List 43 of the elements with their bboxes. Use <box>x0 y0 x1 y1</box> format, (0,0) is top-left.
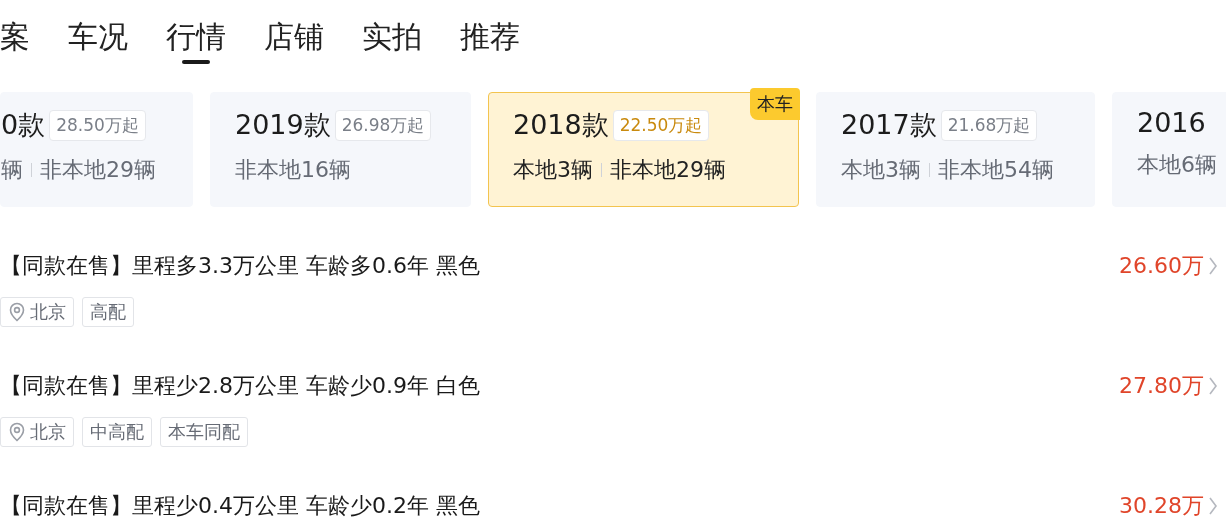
year-label: 2019款 <box>235 108 331 142</box>
section-tab[interactable]: 店铺 <box>264 14 324 60</box>
price-tag: 28.50万起 <box>49 109 146 141</box>
spec-tag: 高配 <box>82 297 134 327</box>
year-label: 0款 <box>1 108 46 142</box>
location-pin-icon <box>8 422 26 442</box>
location-text: 北京 <box>30 420 66 444</box>
listing-count: 非本地16辆 <box>235 156 351 184</box>
chevron-right-icon <box>1208 256 1218 276</box>
year-label: 2016 <box>1137 107 1206 138</box>
listing-title[interactable]: 【同款在售】里程多3.3万公里 车龄多0.6年 黑色 <box>0 251 480 281</box>
year-label: 2018款 <box>513 108 609 142</box>
location-pin-icon <box>8 302 26 322</box>
price-tag: 21.68万起 <box>940 109 1038 141</box>
year-card[interactable]: 2019款 26.98万起 非本地16辆 <box>210 92 471 207</box>
spec-tag: 中高配 <box>82 417 152 447</box>
year-card[interactable]: 2016 本地6辆 <box>1112 92 1226 207</box>
listing-count: 本地3辆 <box>513 156 593 184</box>
listing-count: 非本地54辆 <box>938 156 1054 184</box>
chevron-right-icon <box>1208 376 1218 396</box>
listing-price: 27.80万 <box>1119 372 1204 400</box>
listing-price: 30.28万 <box>1119 492 1204 518</box>
section-tab[interactable]: 案 <box>0 14 30 60</box>
year-label: 2017款 <box>841 108 937 142</box>
listing-count: 辆 <box>1 156 23 184</box>
listing-title[interactable]: 【同款在售】里程少2.8万公里 车龄少0.9年 白色 <box>0 371 480 401</box>
chevron-right-icon <box>1208 496 1218 516</box>
price-tag: 26.98万起 <box>334 109 432 141</box>
listing-price: 26.60万 <box>1119 252 1204 280</box>
year-card[interactable]: 0款 28.50万起 辆 非本地29辆 <box>0 92 193 207</box>
year-card[interactable]: 2017款 21.68万起 本地3辆 非本地54辆 <box>816 92 1095 207</box>
section-tab[interactable]: 实拍 <box>362 14 422 60</box>
section-tab[interactable]: 车况 <box>68 14 128 60</box>
listing-count: 本地3辆 <box>841 156 921 184</box>
location-text: 北京 <box>30 300 66 324</box>
price-tag: 22.50万起 <box>612 109 710 141</box>
listing-count: 非本地29辆 <box>610 156 726 184</box>
current-car-badge: 本车 <box>750 88 800 120</box>
listing-title[interactable]: 【同款在售】里程少0.4万公里 车龄少0.2年 黑色 <box>0 491 480 518</box>
listing-count: 本地6辆 <box>1137 151 1217 179</box>
spec-tag: 本车同配 <box>160 417 248 447</box>
section-tab[interactable]: 推荐 <box>460 14 520 60</box>
listing-count: 非本地29辆 <box>40 156 156 184</box>
